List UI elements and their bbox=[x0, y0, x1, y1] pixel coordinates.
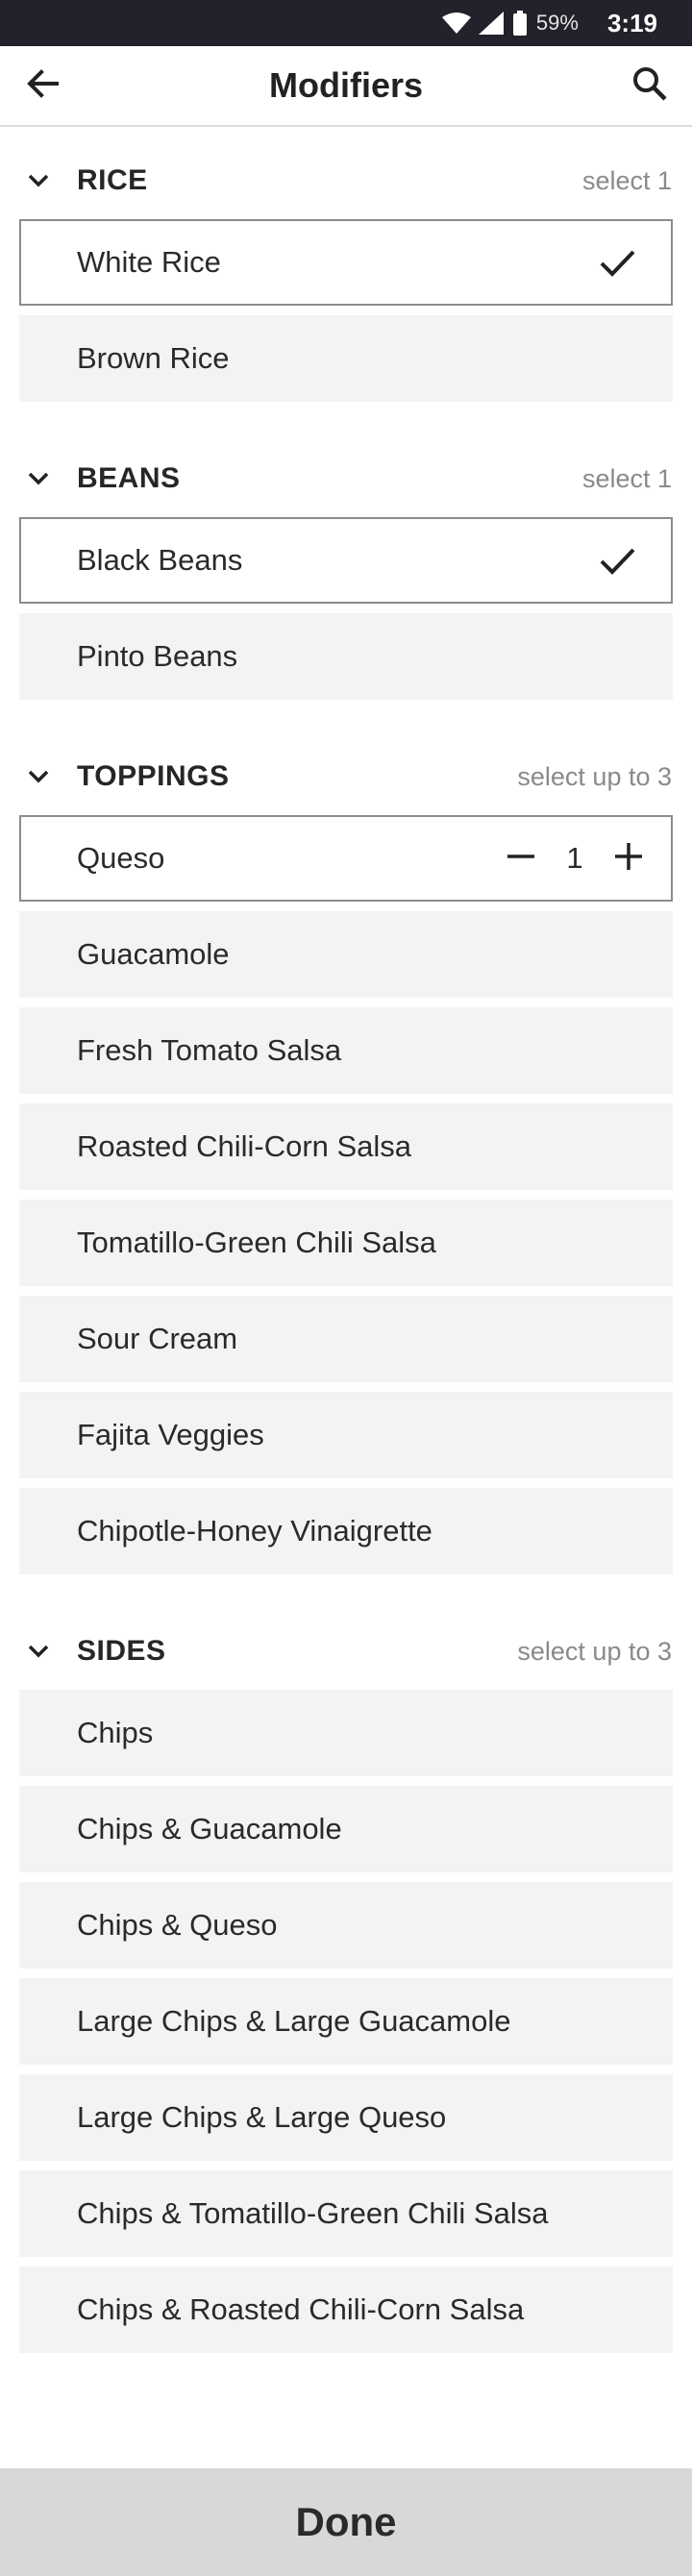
option-item[interactable]: Chips & Tomatillo-Green Chili Salsa bbox=[19, 2170, 673, 2257]
selection-hint: select up to 3 bbox=[517, 1637, 672, 1666]
search-button[interactable] bbox=[621, 57, 679, 114]
option-item[interactable]: Guacamole bbox=[19, 911, 673, 998]
option-label: Chips & Queso bbox=[77, 1908, 278, 1942]
option-item[interactable]: Fresh Tomato Salsa bbox=[19, 1007, 673, 1094]
wifi-icon bbox=[441, 12, 471, 35]
option-label: Chips & Tomatillo-Green Chili Salsa bbox=[77, 2196, 549, 2230]
section-title: BEANS bbox=[77, 462, 181, 494]
section-header-sides[interactable]: SIDES select up to 3 bbox=[0, 1624, 692, 1678]
selection-hint: select up to 3 bbox=[517, 762, 672, 791]
option-label: White Rice bbox=[77, 245, 221, 279]
option-label: Fresh Tomato Salsa bbox=[77, 1033, 342, 1067]
option-item[interactable]: Tomatillo-Green Chili Salsa bbox=[19, 1200, 673, 1286]
app-header: Modifiers bbox=[0, 46, 692, 127]
checkmark-icon bbox=[598, 244, 636, 287]
battery-percentage: 59% bbox=[535, 11, 579, 35]
option-item[interactable]: Brown Rice bbox=[19, 315, 673, 402]
selection-hint: select 1 bbox=[581, 464, 672, 493]
search-icon bbox=[631, 65, 668, 107]
battery-icon bbox=[512, 11, 527, 36]
option-label: Brown Rice bbox=[77, 341, 230, 375]
page-title: Modifiers bbox=[268, 65, 423, 105]
option-label: Fajita Veggies bbox=[77, 1418, 264, 1451]
section-title: TOPPINGS bbox=[77, 760, 230, 792]
quantity-value: 1 bbox=[566, 841, 583, 875]
quantity-stepper: 1 bbox=[494, 817, 655, 900]
option-label: Queso bbox=[77, 841, 165, 875]
option-item[interactable]: Chips & Roasted Chili-Corn Salsa bbox=[19, 2266, 673, 2353]
option-label: Sour Cream bbox=[77, 1322, 238, 1355]
done-button[interactable]: Done bbox=[0, 2468, 692, 2576]
checkmark-icon bbox=[598, 542, 636, 585]
option-label: Black Beans bbox=[77, 543, 243, 577]
section-title: RICE bbox=[77, 164, 148, 196]
option-label: Chipotle-Honey Vinaigrette bbox=[77, 1514, 432, 1548]
increment-button[interactable] bbox=[602, 831, 655, 885]
option-item[interactable]: White Rice bbox=[19, 219, 673, 306]
option-item[interactable]: Pinto Beans bbox=[19, 613, 673, 700]
section-sides: SIDES select up to 3 Chips Chips & Guacamol… bbox=[0, 1624, 692, 2353]
option-label: Pinto Beans bbox=[77, 639, 238, 673]
done-label: Done bbox=[295, 2499, 397, 2544]
option-label: Chips bbox=[77, 1716, 154, 1749]
section-toppings: TOPPINGS select up to 3 Queso 1 Guacamole Fre… bbox=[0, 750, 692, 1574]
option-item[interactable]: Large Chips & Large Guacamole bbox=[19, 1978, 673, 2065]
selection-hint: select 1 bbox=[581, 166, 672, 195]
option-item[interactable]: Chips bbox=[19, 1690, 673, 1776]
option-item[interactable]: Chipotle-Honey Vinaigrette bbox=[19, 1488, 673, 1574]
chevron-down-icon bbox=[27, 169, 50, 197]
option-item[interactable]: Roasted Chili-Corn Salsa bbox=[19, 1103, 673, 1190]
section-header-beans[interactable]: BEANS select 1 bbox=[0, 452, 692, 506]
option-item[interactable]: Fajita Veggies bbox=[19, 1392, 673, 1478]
section-title: SIDES bbox=[77, 1635, 166, 1667]
option-label: Guacamole bbox=[77, 937, 230, 971]
chevron-down-icon bbox=[27, 765, 50, 793]
option-item[interactable]: Chips & Guacamole bbox=[19, 1786, 673, 1872]
option-label: Roasted Chili-Corn Salsa bbox=[77, 1129, 412, 1163]
modifier-list: RICE select 1 White Rice Brown Rice BEANS sel… bbox=[0, 154, 692, 2403]
option-label: Chips & Guacamole bbox=[77, 1812, 342, 1845]
status-bar: 59% 3:19 bbox=[0, 0, 692, 46]
option-item[interactable]: Large Chips & Large Queso bbox=[19, 2074, 673, 2161]
option-label: Tomatillo-Green Chili Salsa bbox=[77, 1226, 436, 1259]
decrement-button[interactable] bbox=[494, 831, 548, 885]
option-item[interactable]: Black Beans bbox=[19, 517, 673, 604]
plus-icon bbox=[613, 841, 644, 877]
chevron-down-icon bbox=[27, 1640, 50, 1668]
option-item[interactable]: Chips & Queso bbox=[19, 1882, 673, 1969]
option-label: Large Chips & Large Queso bbox=[77, 2100, 447, 2134]
signal-icon bbox=[478, 12, 504, 35]
option-label: Large Chips & Large Guacamole bbox=[77, 2004, 511, 2038]
option-item[interactable]: Queso 1 bbox=[19, 815, 673, 902]
section-header-toppings[interactable]: TOPPINGS select up to 3 bbox=[0, 750, 692, 804]
section-beans: BEANS select 1 Black Beans Pinto Beans bbox=[0, 452, 692, 700]
chevron-down-icon bbox=[27, 467, 50, 495]
option-item[interactable]: Sour Cream bbox=[19, 1296, 673, 1382]
clock: 3:19 bbox=[606, 8, 657, 37]
section-rice: RICE select 1 White Rice Brown Rice bbox=[0, 154, 692, 402]
option-label: Chips & Roasted Chili-Corn Salsa bbox=[77, 2292, 525, 2326]
minus-icon bbox=[506, 841, 536, 877]
section-header-rice[interactable]: RICE select 1 bbox=[0, 154, 692, 208]
